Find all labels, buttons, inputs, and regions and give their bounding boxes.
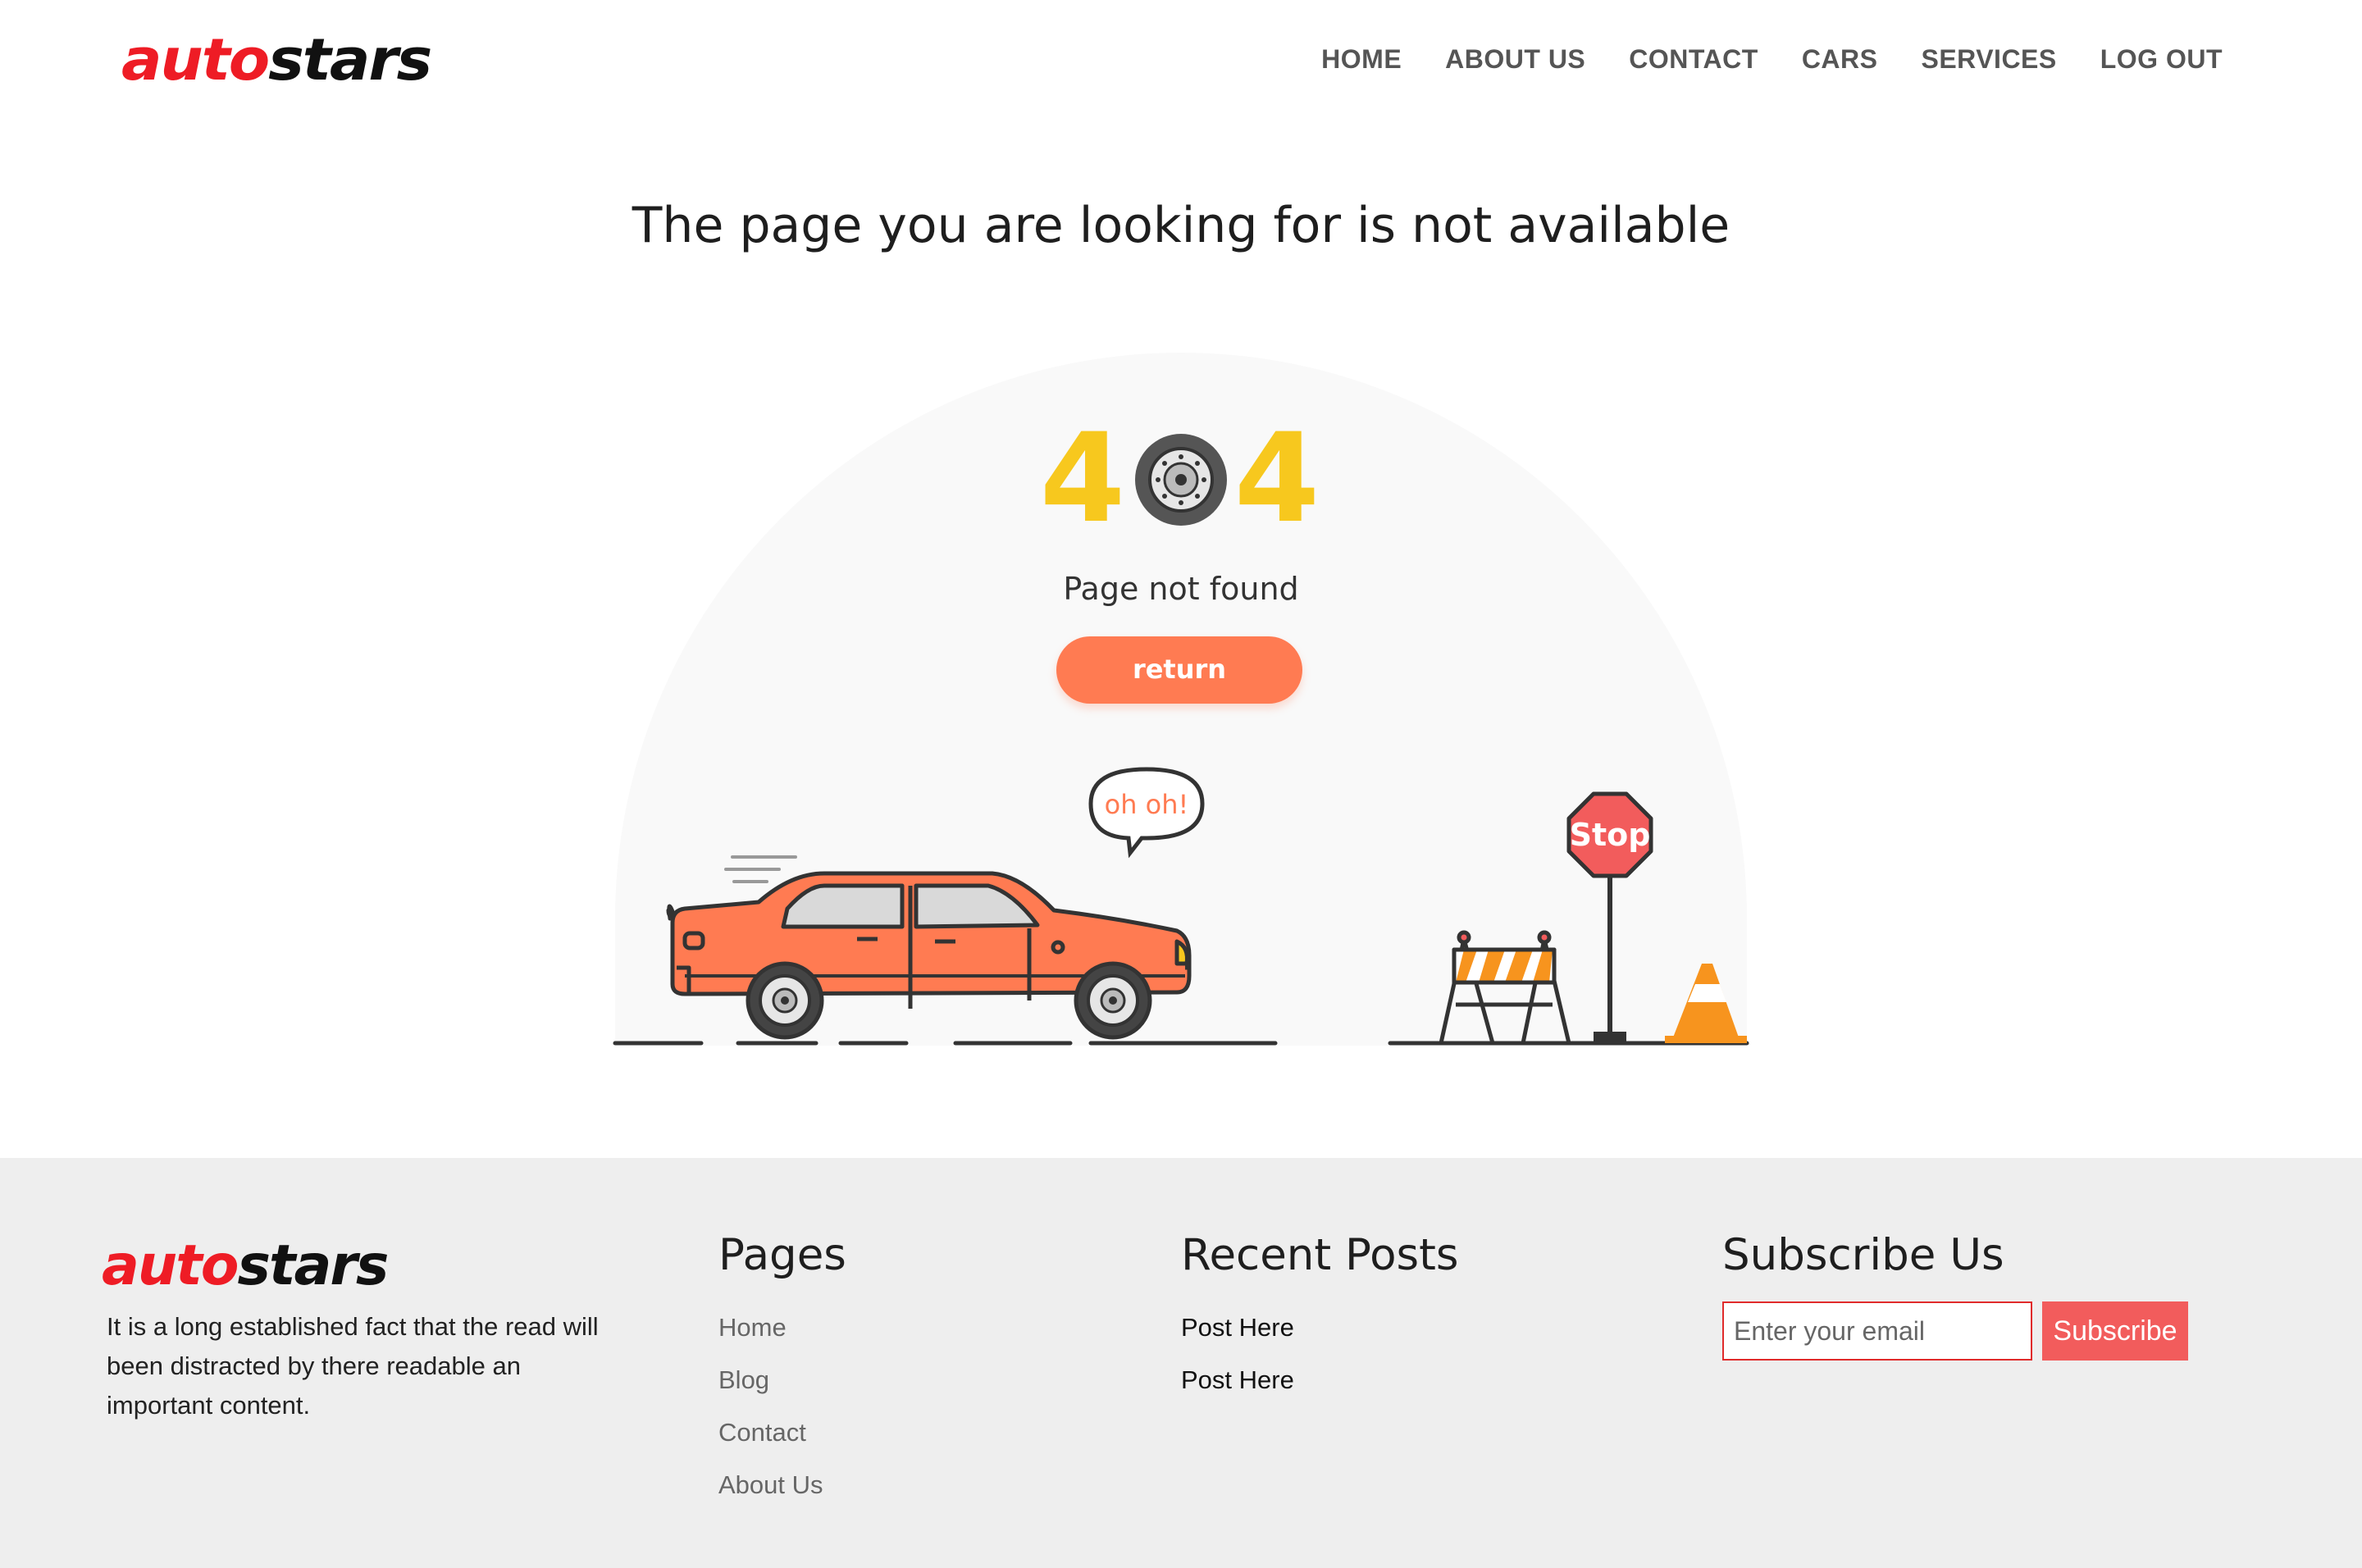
footer-logo-part-stars: stars xyxy=(237,1233,390,1298)
footer-post-link[interactable]: Post Here xyxy=(1181,1354,1459,1406)
site-header: autostars HOME ABOUT US CONTACT CARS SER… xyxy=(0,0,2362,123)
footer-link-contact[interactable]: Contact xyxy=(718,1406,846,1459)
subscribe-button[interactable]: Subscribe xyxy=(2042,1301,2188,1361)
stop-sign-text: Stop xyxy=(1570,817,1651,853)
footer-pages-title: Pages xyxy=(718,1230,846,1280)
footer-link-blog[interactable]: Blog xyxy=(718,1354,846,1406)
logo-part-auto: auto xyxy=(121,26,270,93)
nav-cars[interactable]: CARS xyxy=(1802,43,1878,75)
footer-post-link[interactable]: Post Here xyxy=(1181,1301,1459,1354)
speech-text: oh oh! xyxy=(1105,789,1189,820)
main-nav: HOME ABOUT US CONTACT CARS SERVICES LOG … xyxy=(1321,43,2223,75)
nav-about-us[interactable]: ABOUT US xyxy=(1445,43,1585,75)
footer-posts-column: Recent Posts Post Here Post Here xyxy=(1181,1230,1459,1406)
nav-log-out[interactable]: LOG OUT xyxy=(2100,43,2223,75)
error-digit-left: 4 xyxy=(1040,408,1125,550)
nav-services[interactable]: SERVICES xyxy=(1921,43,2056,75)
site-footer: autostars It is a long established fact … xyxy=(0,1158,2362,1568)
footer-logo-part-auto: auto xyxy=(102,1233,239,1298)
logo-part-stars: stars xyxy=(268,26,432,93)
page-title: The page you are looking for is not avai… xyxy=(632,197,1730,254)
footer-link-about-us[interactable]: About Us xyxy=(718,1459,846,1511)
error-illustration: 4 4 oh oh! Stop Page not found return xyxy=(611,344,1751,1050)
footer-logo[interactable]: autostars xyxy=(102,1238,389,1294)
subscribe-form: Subscribe xyxy=(1722,1301,2188,1361)
return-button[interactable]: return xyxy=(1056,636,1302,704)
nav-home[interactable]: HOME xyxy=(1321,43,1402,75)
not-found-text: Page not found xyxy=(1063,571,1299,607)
footer-subscribe-title: Subscribe Us xyxy=(1722,1230,2004,1280)
footer-about-text: It is a long established fact that the r… xyxy=(107,1312,599,1420)
nav-contact[interactable]: CONTACT xyxy=(1629,43,1758,75)
email-input[interactable] xyxy=(1722,1301,2032,1361)
tire-icon xyxy=(1135,434,1227,526)
error-digit-right: 4 xyxy=(1234,408,1320,550)
footer-link-home[interactable]: Home xyxy=(718,1301,846,1354)
footer-posts-title: Recent Posts xyxy=(1181,1230,1459,1280)
footer-subscribe-column: Subscribe Us Subscribe xyxy=(1722,1230,2188,1361)
brand-logo[interactable]: autostars xyxy=(121,31,432,89)
footer-pages-column: Pages Home Blog Contact About Us xyxy=(718,1230,846,1511)
